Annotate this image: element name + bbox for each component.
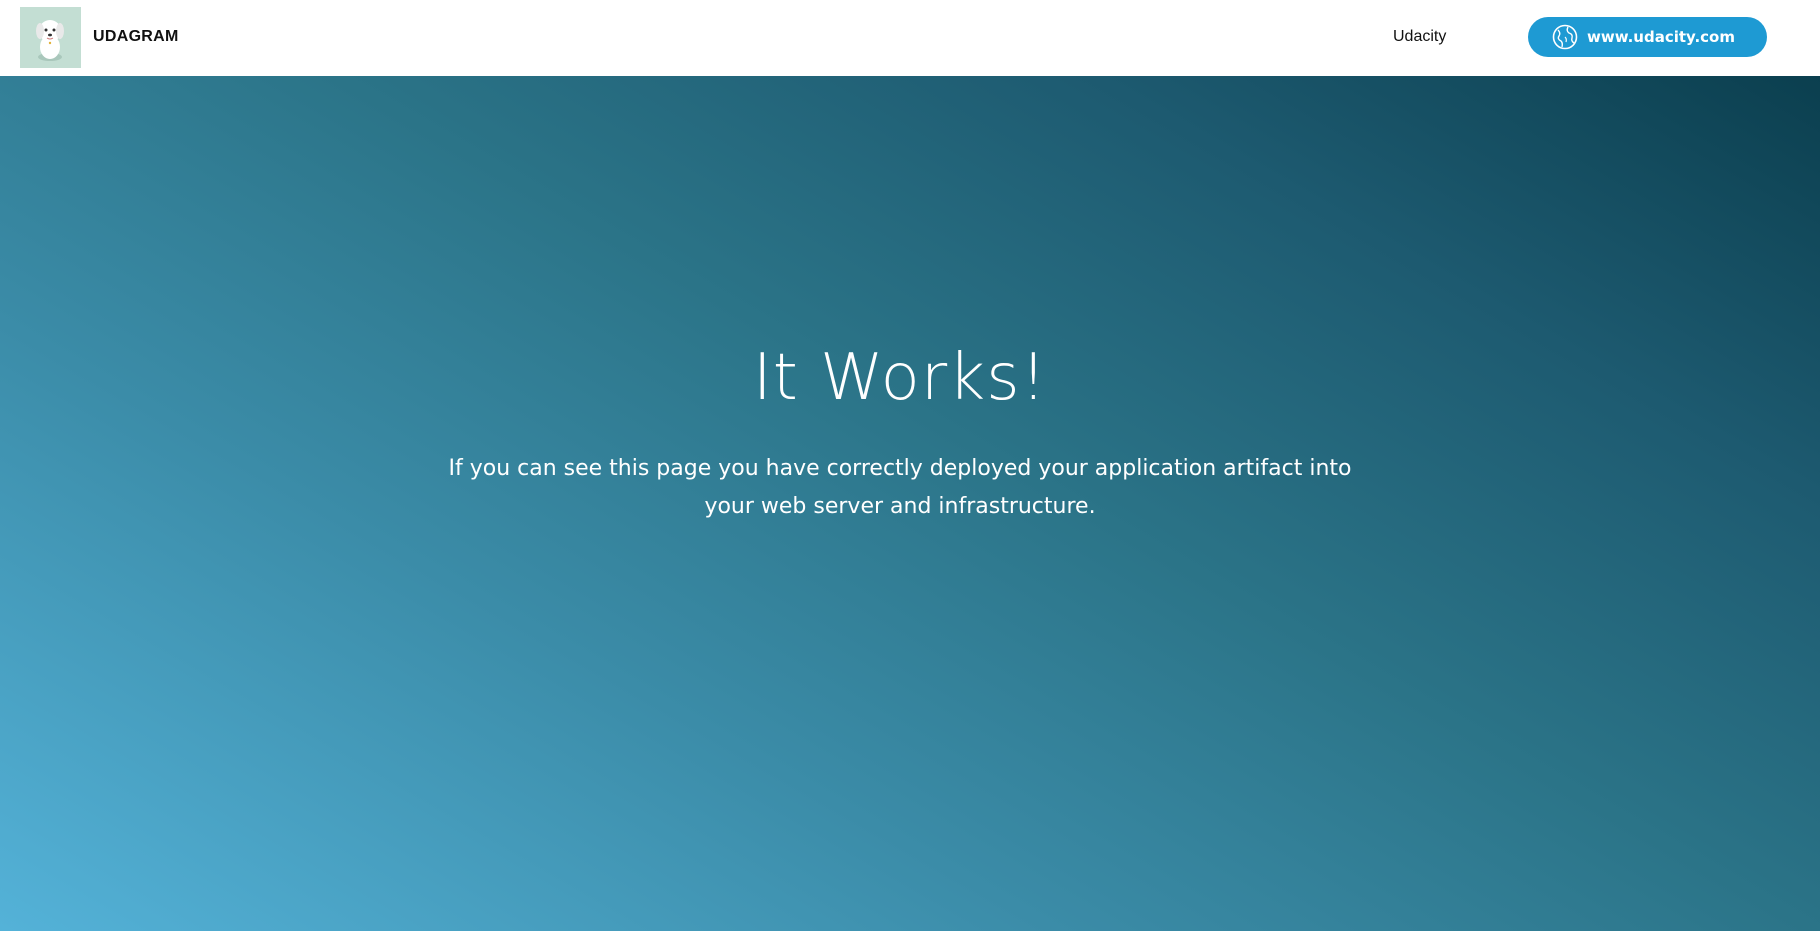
top-navbar: UDAGRAM Udacity www.udacity.com (0, 0, 1820, 76)
brand-name[interactable]: UDAGRAM (93, 28, 179, 46)
website-button-label: www.udacity.com (1587, 28, 1735, 46)
hero-section: It Works! If you can see this page you h… (0, 76, 1820, 931)
hero-description: If you can see this page you have correc… (448, 456, 1352, 519)
hero-title: It Works! (752, 341, 1048, 415)
udacity-link[interactable]: Udacity (1393, 28, 1446, 46)
dog-logo-icon[interactable] (20, 7, 81, 68)
globe-icon (1552, 24, 1578, 50)
website-button[interactable]: www.udacity.com (1528, 17, 1767, 57)
